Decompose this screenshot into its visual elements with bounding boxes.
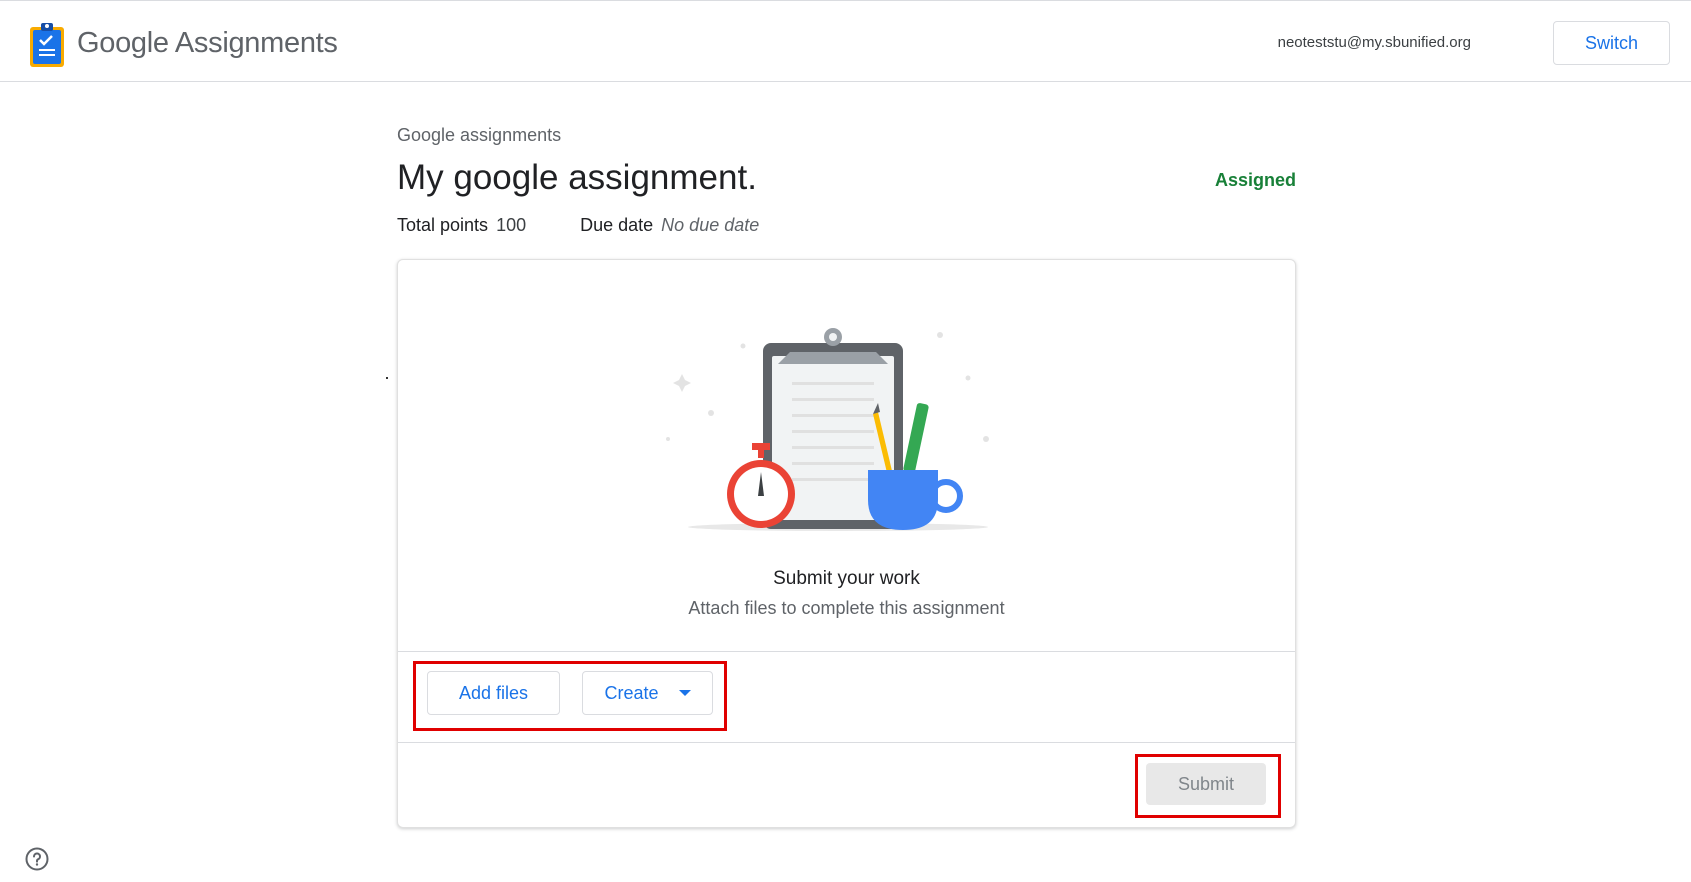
- app-brand: Google Assignments: [77, 27, 338, 60]
- brand-product: Assignments: [174, 27, 338, 59]
- breadcrumb: Google assignments: [397, 125, 562, 145]
- status-badge: Assigned: [1214, 170, 1296, 190]
- submission-card: Submit your work Attach files to complet…: [397, 259, 1296, 828]
- highlight-box-submit: [1135, 754, 1281, 818]
- due-date-value: No due date: [661, 215, 760, 235]
- clipboard-illustration: [666, 328, 989, 531]
- card-divider: [398, 651, 1295, 652]
- assignments-logo-icon: [30, 23, 64, 67]
- total-points-value: 100: [496, 215, 527, 235]
- submit-work-subheading: Attach files to complete this assignment: [688, 598, 1005, 618]
- help-icon[interactable]: [25, 847, 49, 871]
- due-date-label: Due date: [580, 215, 654, 235]
- switch-account-button[interactable]: Switch: [1553, 21, 1670, 65]
- account-email: neoteststu@my.sbunified.org: [1277, 34, 1471, 51]
- stray-dot: [386, 377, 388, 379]
- submit-work-heading: Submit your work: [773, 568, 920, 589]
- total-points-label: Total points: [397, 215, 489, 235]
- card-divider: [398, 742, 1295, 743]
- assignment-meta: Total points 100 Due date No due date: [397, 215, 759, 236]
- page-title: My google assignment.: [397, 158, 757, 197]
- brand-google: Google: [77, 27, 169, 59]
- highlight-box-attach: [413, 661, 727, 731]
- app-header: Google Assignments neoteststu@my.sbunifi…: [0, 1, 1691, 82]
